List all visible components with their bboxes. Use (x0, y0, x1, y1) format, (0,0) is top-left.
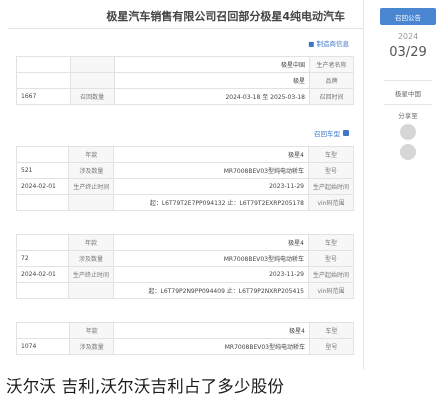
field-label: 年款 (68, 234, 115, 251)
model-table-3: 年款 极星4 车型 1074 涉及数量 MR7008BEV03型纯电动轿车 型号 (15, 322, 354, 355)
field-value: MR7008BEV03型纯电动轿车 (113, 338, 310, 355)
field-value: 极星4 (113, 234, 309, 251)
field-label: 生产者名称 (309, 56, 354, 73)
field-value: 2024-02-01 (15, 178, 70, 195)
publish-month-day: 03/29 (389, 45, 427, 60)
field-label (69, 56, 115, 73)
field-label: 涉及数量 (69, 338, 115, 355)
field-value: 极星 (113, 72, 311, 89)
folder-icon (343, 130, 349, 136)
field-value (15, 282, 70, 299)
table-row: 1074 涉及数量 MR7008BEV03型纯电动轿车 型号 (15, 338, 354, 355)
title-divider (8, 28, 363, 29)
table-row: 1667 召回数量 2024-03-18 至 2025-03-18 召回时间 (16, 88, 354, 105)
field-value: 起：L6T79P2N9PP094409 止：L6T79P2NXRP205415 (113, 282, 309, 299)
field-label: 型号 (307, 162, 355, 179)
field-value: MR7008BEV03型纯电动轿车 (113, 162, 309, 179)
section-recall-label: 召回车型 (314, 130, 340, 138)
field-value: 521 (15, 162, 70, 179)
section-manufacturer: ■ 制造商信息 (308, 38, 349, 48)
model-table-2: 年款 极星4 车型 72 涉及数量 MR7008BEV03型纯电动轿车 型号 2024-02-… (15, 234, 355, 299)
field-label: 召回时间 (309, 88, 354, 105)
table-row: 起：L6T79P2N9PP094409 止：L6T79P2NXRP205415 v… (15, 282, 355, 299)
recall-notice-button[interactable]: 召回公告 (380, 8, 436, 25)
model-table-1: 年款 极星4 车型 521 涉及数量 MR7008BEV03型纯电动轿车 型号 2024-02… (15, 146, 355, 211)
field-label: 车型 (309, 322, 354, 339)
right-sidebar: 召回公告 2024 03/29 极星中国 分享至 (372, 0, 442, 370)
page-title: 极星汽车销售有限公司召回部分极星4纯电动汽车 (106, 10, 345, 23)
table-row: 极星 品牌 (16, 72, 354, 89)
table-row: 起：L6T79T2E7PP094132 止：L6T79T2EXRP205178 v… (15, 194, 355, 211)
publish-date: 2024 03/29 (378, 32, 438, 60)
field-value (15, 194, 70, 211)
manufacturer-table: 极星中国 生产者名称 极星 品牌 1667 召回数量 2024-03-18 至 2025-0… (16, 56, 354, 105)
field-value: 极星4 (113, 146, 309, 163)
field-value: 2023-11-29 (113, 266, 309, 283)
field-value: 1074 (15, 338, 71, 355)
field-label: 型号 (309, 338, 354, 355)
field-label: 生产终止时间 (68, 266, 115, 283)
field-label: 年款 (69, 322, 115, 339)
caption: 沃尔沃 吉利,沃尔沃吉利占了多少股份 (0, 370, 448, 400)
field-label (69, 72, 115, 89)
field-value: 72 (15, 250, 70, 267)
field-label: vin码范围 (307, 194, 355, 211)
recall-detail-panel: 极星汽车销售有限公司召回部分极星4纯电动汽车 ■ 制造商信息 极星中国 生产者名称… (8, 0, 364, 370)
field-value: MR7008BEV03型纯电动轿车 (113, 250, 309, 267)
field-label: 型号 (307, 250, 355, 267)
table-row: 年款 极星4 车型 (15, 146, 355, 163)
field-value (15, 322, 71, 339)
field-label: 车型 (307, 234, 355, 251)
field-value: 2024-03-18 至 2025-03-18 (113, 88, 311, 105)
field-label: 生产起始时间 (307, 178, 355, 195)
share-weibo-icon[interactable] (400, 144, 416, 160)
field-label: 生产起始时间 (307, 266, 355, 283)
section-recall-models: 召回车型 (314, 128, 349, 138)
table-row: 年款 极星4 车型 (15, 234, 355, 251)
field-value: 极星4 (113, 322, 310, 339)
field-value: 极星中国 (113, 56, 311, 73)
table-row: 极星中国 生产者名称 (16, 56, 354, 73)
field-label: 生产终止时间 (68, 178, 115, 195)
field-value (16, 56, 71, 73)
table-row: 521 涉及数量 MR7008BEV03型纯电动轿车 型号 (15, 162, 355, 179)
share-label: 分享至 (398, 112, 418, 120)
field-label: 涉及数量 (68, 162, 115, 179)
sidebar-divider (384, 80, 432, 81)
field-value (15, 146, 70, 163)
field-label (68, 194, 115, 211)
table-row: 年款 极星4 车型 (15, 322, 354, 339)
field-value (16, 72, 71, 89)
table-row: 2024-02-01 生产终止时间 2023-11-29 生产起始时间 (15, 178, 355, 195)
field-label: 召回数量 (69, 88, 115, 105)
section-manufacturer-label: ■ 制造商信息 (308, 40, 349, 48)
table-row: 2024-02-01 生产终止时间 2023-11-29 生产起始时间 (15, 266, 355, 283)
field-label (68, 282, 115, 299)
publish-year: 2024 (397, 32, 419, 41)
share-wechat-icon[interactable] (400, 124, 416, 140)
field-label: 品牌 (309, 72, 354, 89)
field-value (15, 234, 70, 251)
field-label: 车型 (307, 146, 355, 163)
field-label: 年款 (68, 146, 115, 163)
table-row: 72 涉及数量 MR7008BEV03型纯电动轿车 型号 (15, 250, 355, 267)
field-label: vin码范围 (307, 282, 355, 299)
field-label: 涉及数量 (68, 250, 115, 267)
sidebar-divider (384, 104, 432, 105)
field-value: 1667 (16, 88, 71, 105)
field-value: 起：L6T79T2E7PP094132 止：L6T79T2EXRP205178 (113, 194, 309, 211)
sidebar-brand: 极星中国 (395, 90, 421, 98)
field-value: 2024-02-01 (15, 266, 70, 283)
field-value: 2023-11-29 (113, 178, 309, 195)
